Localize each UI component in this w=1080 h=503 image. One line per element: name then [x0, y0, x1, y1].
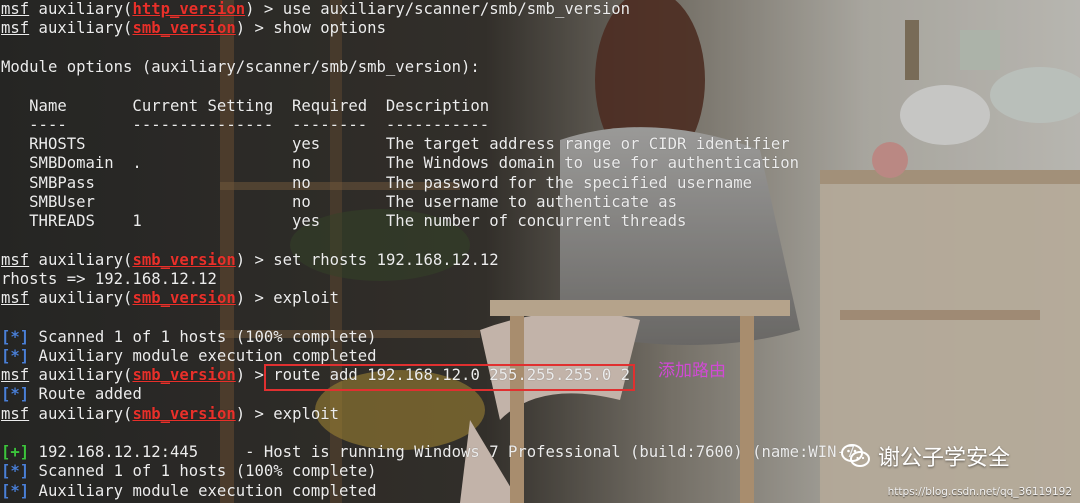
terminal-line-use: msf auxiliary(http_version) > use auxili… [1, 0, 630, 19]
prompt-close: ) > [235, 289, 274, 307]
command-text: show options [273, 19, 386, 38]
status-text: Scanned 1 of 1 hosts (100% complete) [29, 462, 377, 481]
command-text: set rhosts 192.168.12.12 [273, 250, 499, 269]
prompt-close: ) > [235, 250, 274, 269]
status-info-marker: [*] [1, 346, 30, 365]
module-name: smb_version [132, 250, 236, 269]
module-name: http_version [132, 0, 246, 18]
prompt-close: ) > [245, 0, 283, 18]
route-highlight-box [264, 364, 635, 391]
status-text: 192.168.12.12:445 - Host is running Wind… [29, 443, 856, 461]
status-info-marker: [*] [1, 481, 30, 500]
options-row-smbuser: SMBUser no The username to authenticate … [1, 192, 677, 211]
prompt-aux: auxiliary( [29, 250, 133, 269]
prompt-close: ) > [235, 404, 274, 423]
module-options-heading: Module options (auxiliary/scanner/smb/sm… [1, 58, 480, 76]
status-info-marker: [*] [1, 462, 30, 481]
status-text: Route added [29, 385, 142, 404]
status-scanned: [*] Scanned 1 of 1 hosts (100% complete) [1, 328, 377, 347]
status-success-marker: [+] [1, 443, 30, 461]
prompt-close: ) > [235, 19, 274, 38]
status-text: Scanned 1 of 1 hosts (100% complete) [29, 327, 377, 346]
command-text: use auxiliary/scanner/smb/smb_version [282, 0, 631, 18]
msf-prompt: msf [1, 366, 30, 384]
prompt-aux: auxiliary( [29, 289, 133, 307]
rhosts-echo: rhosts => 192.168.12.12 [1, 269, 217, 288]
msf-prompt: msf [1, 250, 30, 269]
options-row-smbdomain: SMBDomain . no The Windows domain to use… [1, 154, 799, 173]
status-route-added: [*] Route added [1, 385, 142, 404]
watermark-text: 谢公子学安全 [878, 446, 1011, 471]
options-table-header: Name Current Setting Required Descriptio… [1, 96, 490, 115]
status-host-result: [+] 192.168.12.12:445 - Host is running … [1, 443, 855, 462]
prompt-aux: auxiliary( [29, 404, 133, 423]
msf-prompt: msf [1, 19, 30, 38]
options-table-separator: ---- --------------- -------- ----------… [1, 115, 490, 134]
options-row-smbpass: SMBPass no The password for the specifie… [1, 173, 753, 192]
status-text: Auxiliary module execution completed [29, 481, 377, 500]
terminal-line-exploit-2: msf auxiliary(smb_version) > exploit [1, 405, 339, 424]
terminal-line-set: msf auxiliary(smb_version) > set rhosts … [1, 251, 499, 270]
module-name: smb_version [132, 366, 236, 384]
terminal-line-show: msf auxiliary(smb_version) > show option… [1, 19, 386, 38]
prompt-aux: auxiliary( [29, 0, 133, 18]
wechat-icon [841, 444, 870, 467]
add-route-annotation: 添加路由 [658, 361, 726, 381]
status-completed-2: [*] Auxiliary module execution completed [1, 482, 377, 501]
msf-prompt: msf [1, 0, 30, 18]
blog-url-watermark: https://blog.csdn.net/qq_36119192 [887, 486, 1072, 498]
wechat-watermark: 谢公子学安全 [840, 440, 1010, 472]
module-name: smb_version [132, 289, 236, 307]
msf-prompt: msf [1, 289, 30, 307]
options-row-rhosts: RHOSTS yes The target address range or C… [1, 135, 790, 153]
command-text: exploit [273, 404, 340, 423]
msf-prompt: msf [1, 404, 30, 423]
command-text: exploit [273, 289, 340, 307]
terminal-line-exploit: msf auxiliary(smb_version) > exploit [1, 289, 339, 308]
module-name: smb_version [132, 19, 236, 38]
module-name: smb_version [132, 404, 236, 423]
options-row-threads: THREADS 1 yes The number of concurrent t… [1, 212, 687, 230]
prompt-aux: auxiliary( [29, 19, 133, 38]
prompt-aux: auxiliary( [29, 366, 133, 384]
status-info-marker: [*] [1, 327, 30, 346]
status-info-marker: [*] [1, 385, 30, 404]
status-scanned-2: [*] Scanned 1 of 1 hosts (100% complete) [1, 462, 377, 481]
status-text: Auxiliary module execution completed [29, 346, 377, 365]
